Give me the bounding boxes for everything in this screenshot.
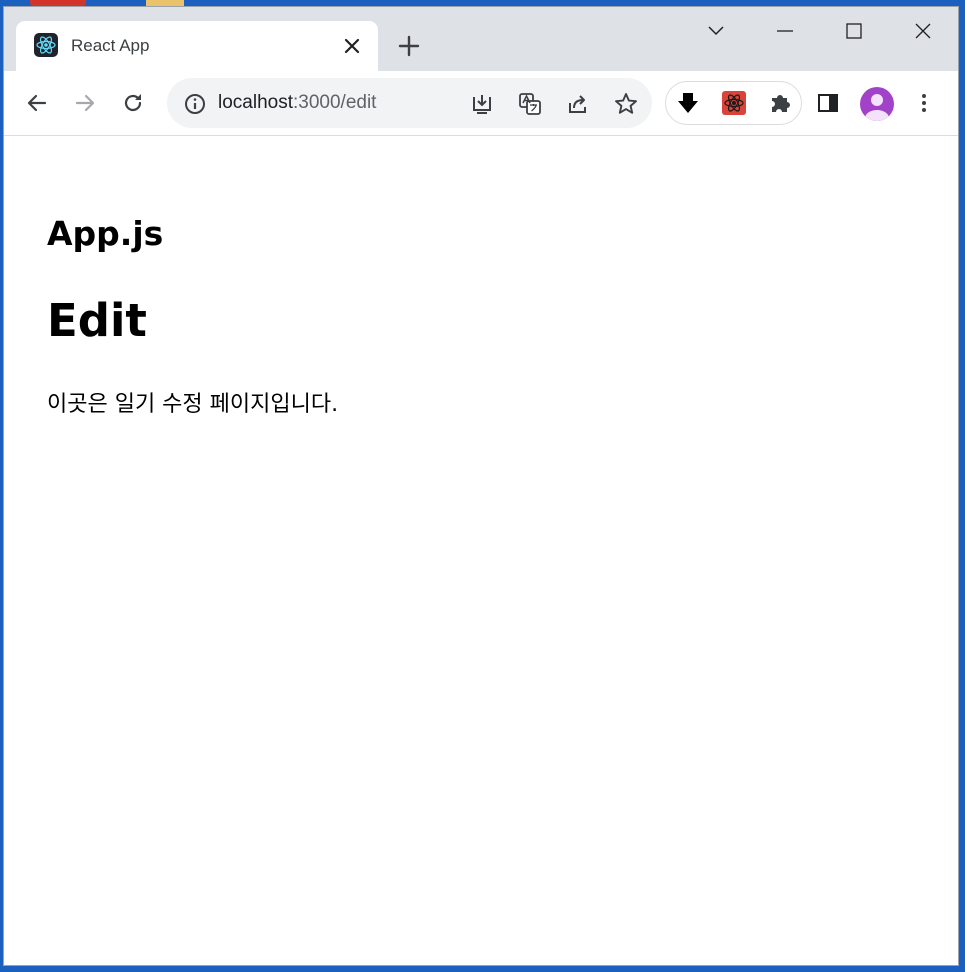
bookmark-star-icon[interactable] [613, 91, 639, 117]
forward-arrow-icon[interactable] [71, 89, 99, 117]
title-bar: React App [4, 7, 958, 71]
url-text[interactable]: localhost:3000/edit [218, 92, 376, 114]
edit-page-title: Edit [47, 294, 147, 347]
share-icon[interactable] [565, 91, 591, 117]
url-path: :3000/edit [293, 92, 377, 113]
page-viewport: App.js Edit 이곳은 일기 수정 페이지입니다. [4, 136, 958, 965]
install-app-icon[interactable] [469, 91, 495, 117]
react-devtools-extension-icon[interactable] [721, 90, 747, 116]
browser-window: React App localhost:3000/edit App.js Edi… [3, 6, 959, 966]
site-info-icon[interactable] [182, 91, 208, 117]
tab-react-app[interactable]: React App [16, 21, 378, 71]
app-js-heading: App.js [47, 214, 164, 253]
menu-kebab-icon[interactable] [910, 89, 938, 117]
download-arrow-extension-icon[interactable] [675, 90, 701, 116]
maximize-button[interactable] [831, 17, 877, 45]
browser-toolbar: localhost:3000/edit [4, 71, 958, 136]
profile-avatar[interactable] [860, 87, 894, 121]
url-host: localhost [218, 92, 293, 113]
tab-title: React App [71, 36, 150, 55]
side-panel-icon[interactable] [814, 89, 842, 117]
tab-search-chevron-down-icon[interactable] [693, 17, 739, 45]
extensions-group [665, 81, 802, 125]
translate-icon[interactable] [517, 91, 543, 117]
page-description: 이곳은 일기 수정 페이지입니다. [47, 392, 339, 417]
minimize-button[interactable] [762, 17, 808, 45]
react-favicon-icon [34, 33, 58, 57]
address-bar[interactable]: localhost:3000/edit [167, 78, 652, 128]
reload-icon[interactable] [119, 89, 147, 117]
tab-close-icon[interactable] [342, 36, 362, 56]
close-window-button[interactable] [900, 17, 946, 45]
extensions-puzzle-icon[interactable] [768, 90, 794, 116]
back-arrow-icon[interactable] [23, 89, 51, 117]
new-tab-button[interactable] [396, 33, 422, 59]
